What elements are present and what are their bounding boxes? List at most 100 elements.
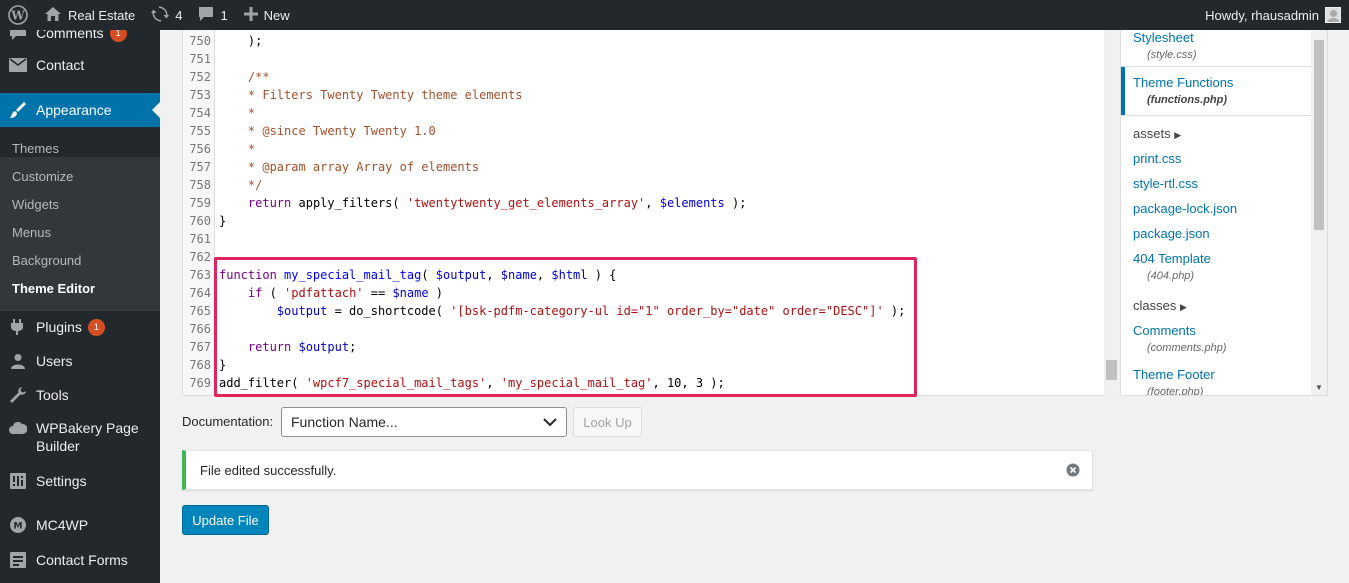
submenu-background[interactable]: Background — [12, 253, 81, 268]
submenu-customize[interactable]: Customize — [12, 169, 73, 184]
plugins-badge: 1 — [87, 318, 105, 336]
line-number: 760 — [189, 214, 211, 228]
user-icon — [0, 353, 36, 369]
file-package-lock[interactable]: package-lock.json — [1133, 201, 1237, 216]
code-highlight-box — [214, 257, 917, 397]
file-list-scrollbar-thumb[interactable] — [1314, 40, 1324, 230]
menu-wpbakery-label: WPBakery Page Builder — [36, 419, 139, 455]
file-comments[interactable]: Comments — [1133, 323, 1196, 338]
menu-users-label: Users — [36, 353, 73, 369]
submenu-widgets[interactable]: Widgets — [12, 197, 59, 212]
line-number: 769 — [189, 376, 211, 390]
editor-scrollbar[interactable] — [1104, 30, 1119, 396]
site-name-link[interactable]: Real Estate — [36, 0, 143, 30]
envelope-icon — [0, 58, 36, 72]
mc4wp-icon: M — [0, 516, 36, 534]
line-number: 761 — [189, 232, 211, 246]
menu-contact-label: Contact — [36, 57, 85, 73]
line-number: 768 — [189, 358, 211, 372]
admin-sidebar: Comments 1 Contact Appearance Themes Cus… — [0, 30, 160, 583]
submenu-theme-editor[interactable]: Theme Editor — [12, 281, 95, 296]
plug-icon — [0, 318, 36, 336]
line-number: 756 — [189, 142, 211, 156]
svg-text:M: M — [14, 522, 23, 532]
chevron-down-icon — [543, 414, 557, 430]
submenu-menus[interactable]: Menus — [12, 225, 51, 240]
admin-bar: W Real Estate 4 1 New Howdy, rhausadmin — [0, 0, 1349, 30]
updates-icon — [151, 5, 170, 26]
line-number: 766 — [189, 322, 211, 336]
line-number: 750 — [189, 34, 211, 48]
menu-contact-forms[interactable]: Contact Forms — [0, 550, 160, 570]
caret-right-icon: ▶ — [1179, 302, 1187, 312]
site-name: Real Estate — [68, 7, 136, 23]
file-stylesheet-name: (style.css) — [1147, 49, 1197, 61]
menu-comments[interactable]: Comments 1 — [0, 30, 160, 43]
menu-users[interactable]: Users — [0, 351, 160, 371]
file-comments-name: (comments.php) — [1147, 342, 1227, 354]
plus-icon — [243, 6, 258, 24]
update-file-button[interactable]: Update File — [182, 505, 269, 535]
file-print-css[interactable]: print.css — [1133, 151, 1181, 166]
function-name-select[interactable]: Function Name... — [281, 407, 567, 437]
updates-link[interactable]: 4 — [143, 0, 190, 30]
howdy-text: Howdy, rhausadmin — [1205, 7, 1319, 23]
line-number: 762 — [189, 250, 211, 264]
updates-count: 4 — [175, 7, 183, 23]
documentation-label: Documentation: — [182, 414, 274, 429]
line-number: 759 — [189, 196, 211, 210]
look-up-button[interactable]: Look Up — [573, 407, 642, 437]
menu-appearance[interactable]: Appearance — [0, 93, 160, 127]
file-style-rtl[interactable]: style-rtl.css — [1133, 176, 1198, 191]
menu-wpbakery[interactable]: WPBakery Page Builder — [0, 419, 160, 457]
cloud-icon — [0, 419, 36, 435]
menu-plugins-label: Plugins — [36, 319, 82, 335]
comments-count: 1 — [220, 7, 228, 23]
menu-plugins[interactable]: Plugins 1 — [0, 317, 160, 337]
editor-scrollbar-thumb[interactable] — [1106, 360, 1117, 380]
file-theme-functions[interactable]: Theme Functions — [1133, 75, 1233, 90]
file-theme-footer-name: (footer.php) — [1147, 386, 1204, 396]
menu-tools-label: Tools — [36, 387, 69, 403]
menu-settings[interactable]: Settings — [0, 471, 160, 491]
file-404-name: (404.php) — [1147, 270, 1195, 282]
paintbrush-icon — [0, 101, 36, 119]
theme-files-list: Stylesheet (style.css) Theme Functions (… — [1120, 30, 1328, 396]
menu-contact-forms-label: Contact Forms — [36, 552, 128, 568]
folder-classes[interactable]: classes ▶ — [1133, 298, 1187, 313]
folder-assets[interactable]: assets ▶ — [1133, 126, 1181, 141]
line-number: 765 — [189, 304, 211, 318]
menu-mc4wp[interactable]: M MC4WP — [0, 515, 160, 535]
wrench-icon — [0, 386, 36, 404]
my-account-link[interactable]: Howdy, rhausadmin — [1197, 0, 1349, 30]
menu-settings-label: Settings — [36, 473, 87, 489]
notice-message: File edited successfully. — [200, 462, 337, 478]
scroll-down-arrow-icon[interactable]: ▼ — [1315, 383, 1323, 392]
folder-classes-label: classes — [1133, 298, 1177, 313]
function-name-value: Function Name... — [291, 414, 398, 430]
line-number: 755 — [189, 124, 211, 138]
comments-link[interactable]: 1 — [190, 0, 235, 30]
comment-bubble-icon — [198, 6, 214, 25]
file-theme-footer[interactable]: Theme Footer — [1133, 367, 1215, 382]
line-number: 757 — [189, 160, 211, 174]
comments-badge: 1 — [109, 30, 127, 42]
line-number: 754 — [189, 106, 211, 120]
file-stylesheet[interactable]: Stylesheet — [1133, 30, 1194, 45]
menu-tools[interactable]: Tools — [0, 385, 160, 405]
caret-right-icon: ▶ — [1174, 130, 1182, 140]
dismiss-icon[interactable] — [1066, 463, 1080, 480]
wordpress-logo-icon[interactable]: W — [0, 0, 36, 30]
home-icon — [44, 6, 62, 25]
file-package-json[interactable]: package.json — [1133, 226, 1210, 241]
menu-wpbakery-line2: Builder — [36, 438, 80, 454]
file-list-scrollbar[interactable]: ▼ — [1311, 30, 1327, 395]
file-404-template[interactable]: 404 Template — [1133, 251, 1211, 266]
menu-contact[interactable]: Contact — [0, 55, 160, 75]
success-notice: File edited successfully. — [182, 450, 1093, 490]
svg-text:W: W — [10, 9, 25, 23]
avatar — [1325, 7, 1341, 23]
submenu-themes[interactable]: Themes — [12, 141, 59, 156]
new-content-link[interactable]: New — [236, 0, 298, 30]
comment-bubble-icon — [0, 30, 36, 41]
